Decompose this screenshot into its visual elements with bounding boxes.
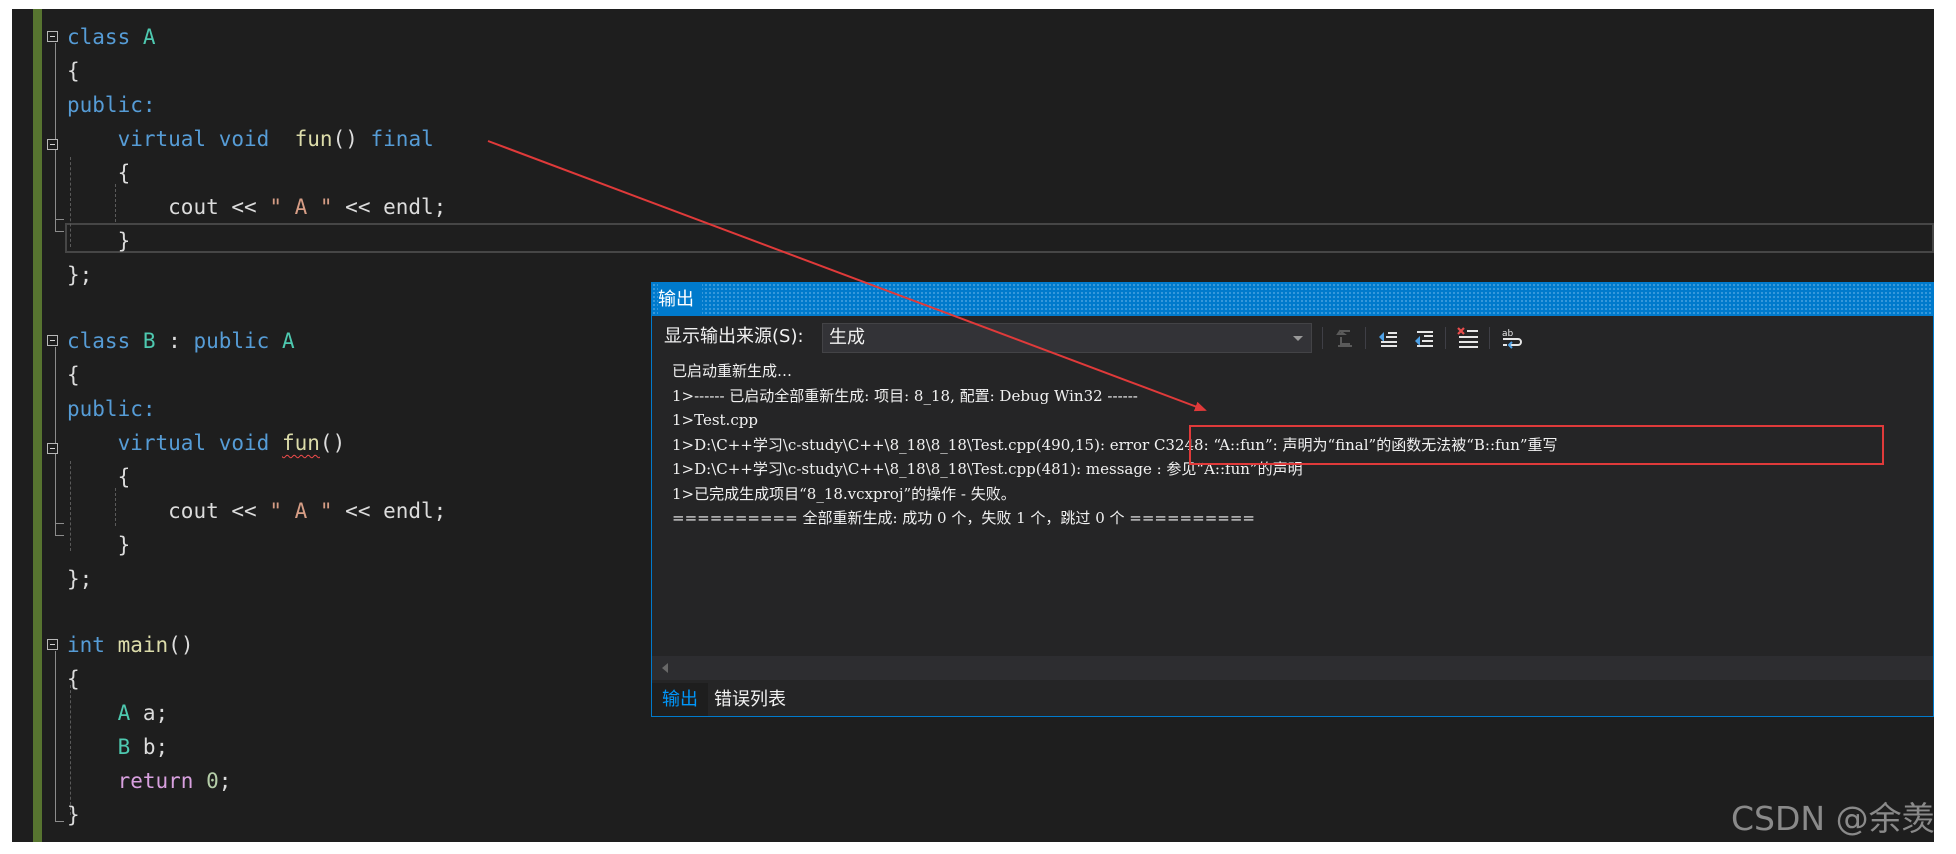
annotation-arrow: [487, 140, 1207, 412]
watermark: CSDN @余羡: [1731, 799, 1935, 838]
